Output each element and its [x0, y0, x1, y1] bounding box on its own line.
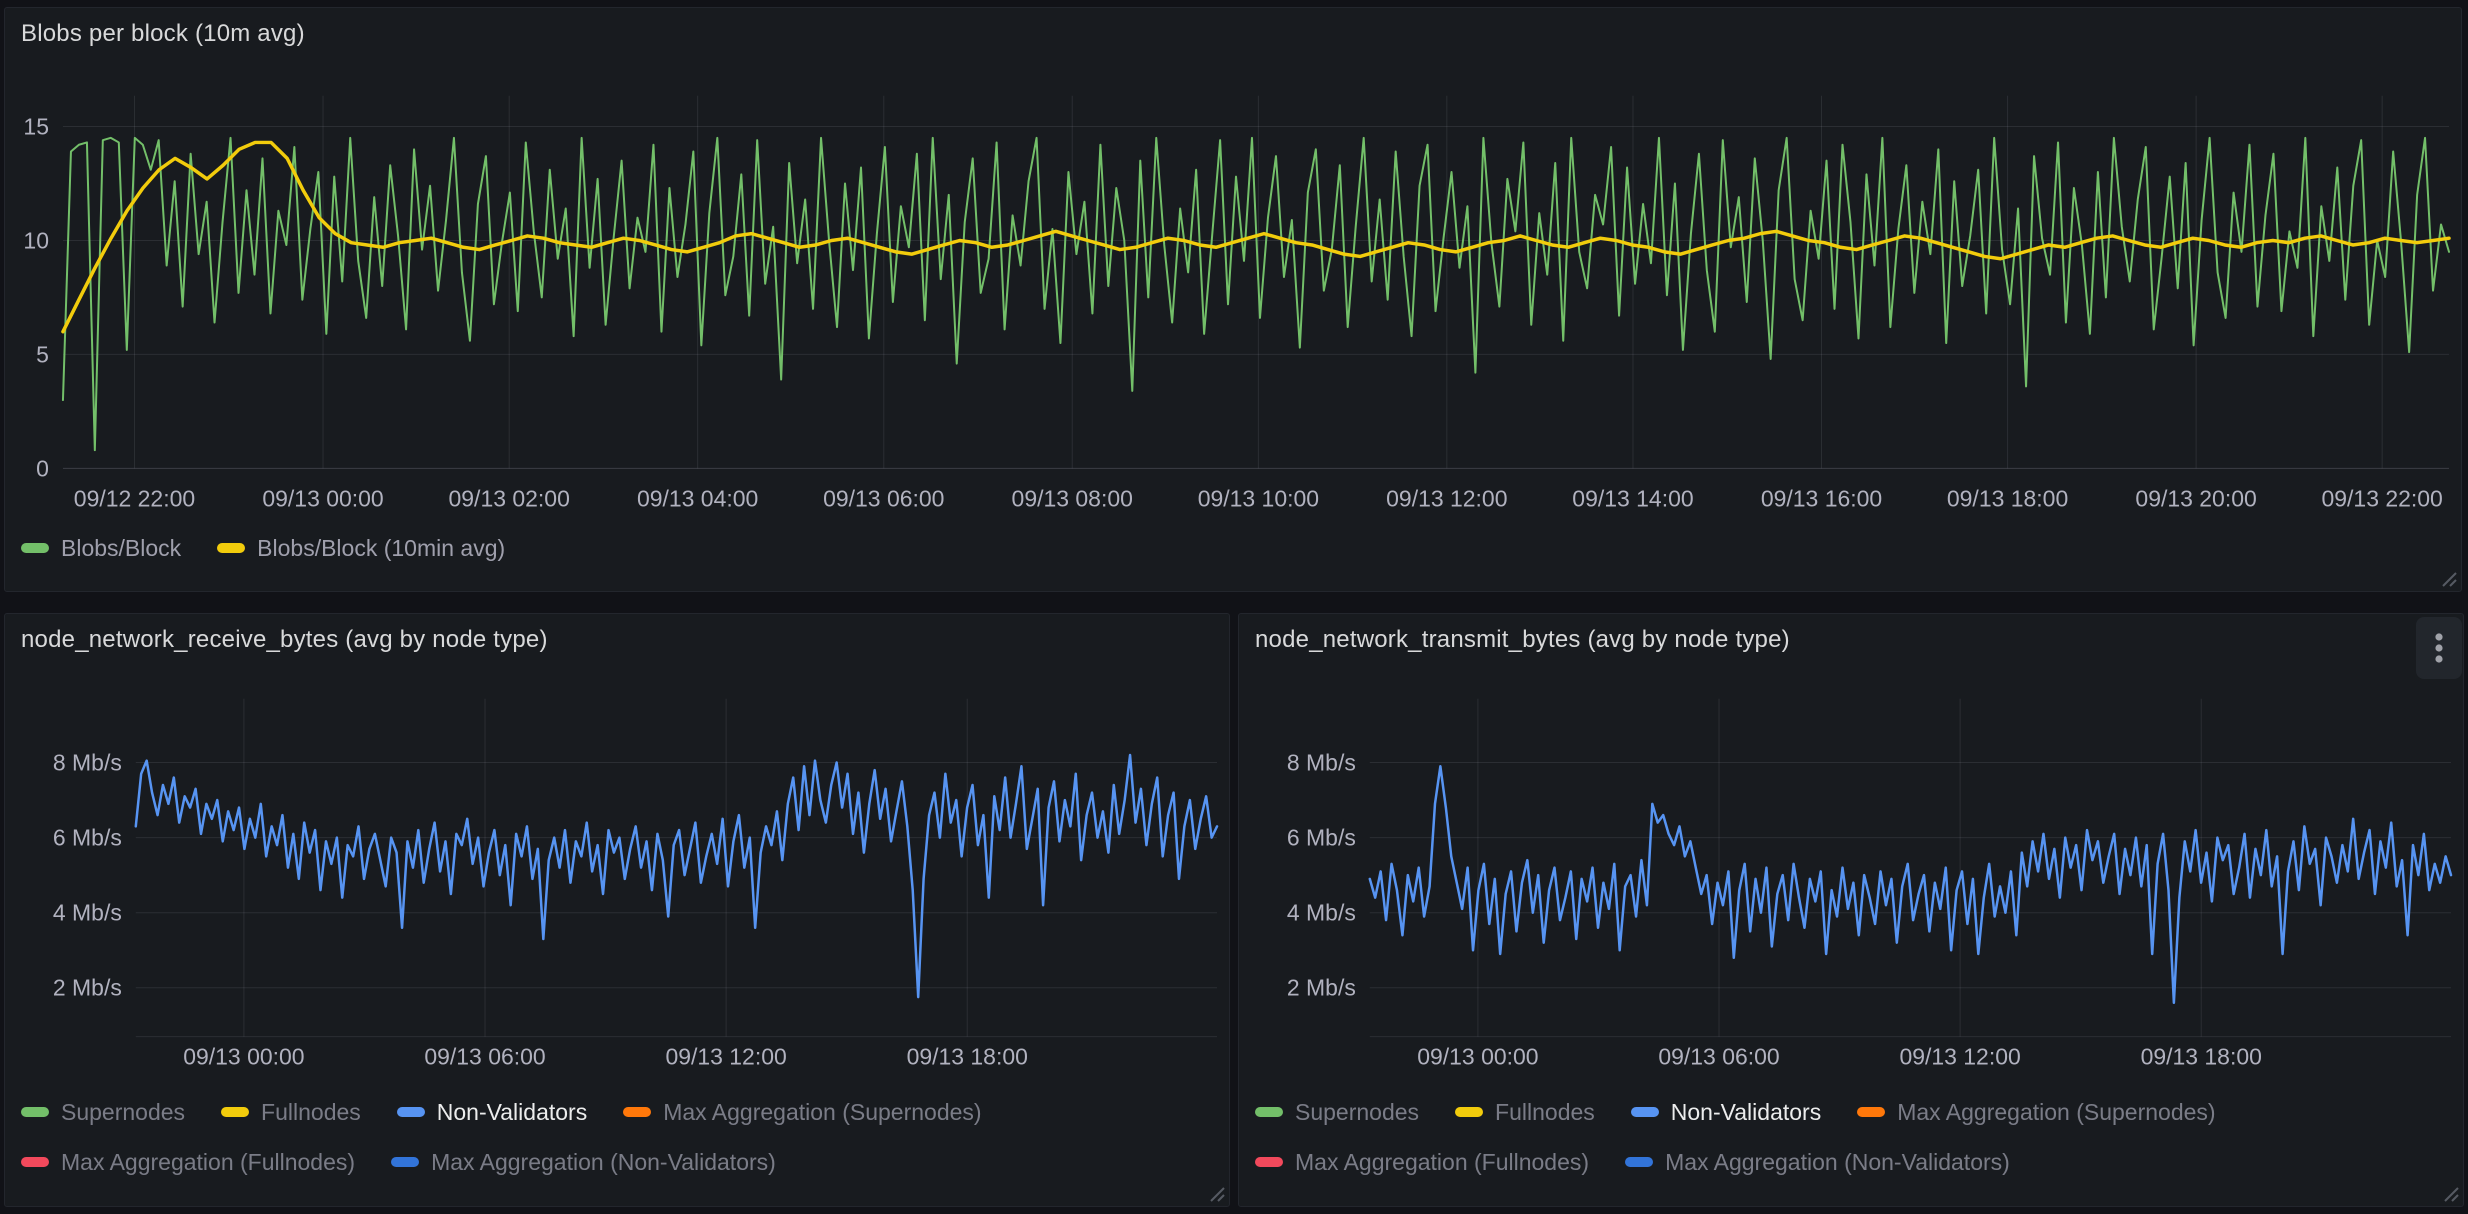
y-tick-label: 4 Mb/s	[1287, 900, 1356, 926]
resize-handle-icon[interactable]	[2440, 570, 2458, 588]
legend-label: Supernodes	[61, 1099, 185, 1126]
series-line	[63, 138, 2449, 450]
y-tick-label: 0	[36, 455, 49, 481]
x-tick-label: 09/13 06:00	[823, 485, 944, 511]
legend-series-pip-icon	[1255, 1107, 1283, 1117]
legend-label: Fullnodes	[1495, 1099, 1595, 1126]
x-tick-label: 09/13 18:00	[1947, 485, 2068, 511]
legend-item[interactable]: Max Aggregation (Supernodes)	[623, 1099, 981, 1126]
legend-item[interactable]: Blobs/Block (10min avg)	[217, 535, 505, 562]
legend-label: Non-Validators	[437, 1099, 587, 1126]
x-tick-label: 09/13 14:00	[1572, 485, 1693, 511]
legend-series-pip-icon	[21, 1157, 49, 1167]
legend-label: Max Aggregation (Supernodes)	[1897, 1099, 2215, 1126]
legend-item[interactable]: Max Aggregation (Supernodes)	[1857, 1099, 2215, 1126]
resize-handle-icon[interactable]	[1208, 1185, 1226, 1203]
legend-item[interactable]: Max Aggregation (Non-Validators)	[391, 1149, 776, 1176]
legend-series-pip-icon	[217, 543, 245, 553]
legend-series-pip-icon	[1857, 1107, 1885, 1117]
legend-item[interactable]: Max Aggregation (Fullnodes)	[1255, 1149, 1589, 1176]
legend-series-pip-icon	[1625, 1157, 1653, 1167]
y-tick-label: 10	[23, 228, 49, 254]
legend-series-pip-icon	[1455, 1107, 1483, 1117]
x-tick-label: 09/13 12:00	[1386, 485, 1507, 511]
legend-series-pip-icon	[21, 543, 49, 553]
y-tick-label: 15	[23, 113, 49, 139]
legend-series-pip-icon	[397, 1107, 425, 1117]
legend-label: Non-Validators	[1671, 1099, 1821, 1126]
legend-series-pip-icon	[221, 1107, 249, 1117]
x-tick-label: 09/13 20:00	[2135, 485, 2256, 511]
legend-item[interactable]: Supernodes	[21, 1099, 185, 1126]
x-tick-label: 09/13 12:00	[665, 1043, 786, 1069]
legend-label: Max Aggregation (Supernodes)	[663, 1099, 981, 1126]
x-tick-label: 09/13 02:00	[449, 485, 570, 511]
resize-handle-icon[interactable]	[2442, 1185, 2460, 1203]
legend-label: Max Aggregation (Non-Validators)	[1665, 1149, 2010, 1176]
x-tick-label: 09/13 00:00	[262, 485, 383, 511]
legend-series-pip-icon	[21, 1107, 49, 1117]
x-tick-label: 09/12 22:00	[74, 485, 195, 511]
panel-network-receive: node_network_receive_bytes (avg by node …	[4, 613, 1230, 1207]
series-line	[1370, 766, 2451, 1003]
legend-label: Blobs/Block	[61, 535, 181, 562]
legend-row-2: Max Aggregation (Fullnodes) Max Aggregati…	[21, 1148, 776, 1176]
x-tick-label: 09/13 18:00	[2141, 1043, 2262, 1069]
x-tick-label: 09/13 04:00	[637, 485, 758, 511]
x-tick-label: 09/13 00:00	[183, 1043, 304, 1069]
y-tick-label: 2 Mb/s	[53, 975, 122, 1001]
series-line	[136, 755, 1217, 997]
x-tick-label: 09/13 22:00	[2321, 485, 2442, 511]
legend: Blobs/Block Blobs/Block (10min avg)	[21, 534, 505, 562]
y-tick-label: 6 Mb/s	[53, 825, 122, 851]
legend-item[interactable]: Blobs/Block	[21, 535, 181, 562]
blobs-per-block-chart[interactable]: 0 5 10 15 09/12 22:00 09/13 00:00 09/13 02:00 0…	[5, 8, 2461, 591]
legend-label: Blobs/Block (10min avg)	[257, 535, 505, 562]
legend-label: Max Aggregation (Fullnodes)	[1295, 1149, 1589, 1176]
legend-label: Supernodes	[1295, 1099, 1419, 1126]
legend-row-1: Supernodes Fullnodes Non-Validators Max Agg…	[1255, 1098, 2216, 1126]
legend-item[interactable]: Max Aggregation (Non-Validators)	[1625, 1149, 2010, 1176]
legend-item[interactable]: Non-Validators	[397, 1099, 587, 1126]
y-tick-label: 8 Mb/s	[1287, 749, 1356, 775]
y-tick-label: 5	[36, 341, 49, 367]
legend-series-pip-icon	[1255, 1157, 1283, 1167]
legend-item[interactable]: Supernodes	[1255, 1099, 1419, 1126]
legend-row-1: Supernodes Fullnodes Non-Validators Max Agg…	[21, 1098, 982, 1126]
panel-blobs-per-block: Blobs per block (10m avg) 05101509/12 22…	[4, 7, 2462, 592]
legend-item[interactable]: Fullnodes	[1455, 1099, 1595, 1126]
x-tick-label: 09/13 06:00	[424, 1043, 545, 1069]
legend-series-pip-icon	[623, 1107, 651, 1117]
legend-label: Max Aggregation (Non-Validators)	[431, 1149, 776, 1176]
legend-row-2: Max Aggregation (Fullnodes) Max Aggregati…	[1255, 1148, 2010, 1176]
legend-label: Fullnodes	[261, 1099, 361, 1126]
legend-item[interactable]: Fullnodes	[221, 1099, 361, 1126]
x-tick-label: 09/13 12:00	[1899, 1043, 2020, 1069]
legend-series-pip-icon	[1631, 1107, 1659, 1117]
y-tick-label: 6 Mb/s	[1287, 825, 1356, 851]
legend-item[interactable]: Non-Validators	[1631, 1099, 1821, 1126]
x-tick-label: 09/13 00:00	[1417, 1043, 1538, 1069]
legend-series-pip-icon	[391, 1157, 419, 1167]
grafana-dashboard: Blobs per block (10m avg) 05101509/12 22…	[0, 0, 2468, 1214]
x-tick-label: 09/13 18:00	[907, 1043, 1028, 1069]
x-tick-label: 09/13 08:00	[1012, 485, 1133, 511]
x-tick-label: 09/13 06:00	[1658, 1043, 1779, 1069]
legend-label: Max Aggregation (Fullnodes)	[61, 1149, 355, 1176]
panel-network-transmit: node_network_transmit_bytes (avg by node…	[1238, 613, 2464, 1207]
legend-item[interactable]: Max Aggregation (Fullnodes)	[21, 1149, 355, 1176]
y-tick-label: 4 Mb/s	[53, 900, 122, 926]
x-tick-label: 09/13 16:00	[1761, 485, 1882, 511]
y-tick-label: 8 Mb/s	[53, 749, 122, 775]
y-tick-label: 2 Mb/s	[1287, 975, 1356, 1001]
x-tick-label: 09/13 10:00	[1198, 485, 1319, 511]
